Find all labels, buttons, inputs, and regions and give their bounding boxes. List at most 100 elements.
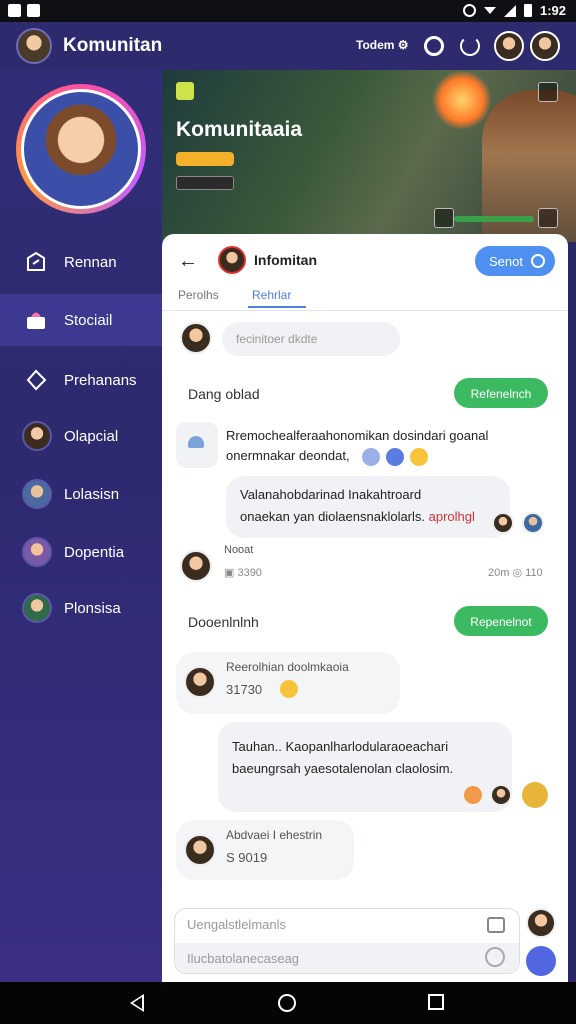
tab-perolhs[interactable]: Perolhs <box>178 288 219 302</box>
post-time: 20m ◎ 110 <box>488 566 543 579</box>
status-bar: 1:92 <box>0 0 576 22</box>
post-count: ▣ 3390 <box>224 567 262 579</box>
sidebar-item-label: Dopentia <box>64 543 125 561</box>
message-line: Rremochealferaahonomikan dosindari goana… <box>226 428 489 443</box>
message-icon <box>176 422 218 468</box>
header-link[interactable]: Todem ⚙ <box>356 38 409 52</box>
tab-rehrlar[interactable]: Rehrlar <box>252 288 291 302</box>
user-avatar[interactable] <box>530 31 560 61</box>
alarm-icon <box>462 4 476 17</box>
image-icon[interactable] <box>487 917 505 933</box>
avatar[interactable] <box>180 550 212 582</box>
chat-panel: ← Infomitan Senot Perolhs Rehrlar fecini… <box>162 234 568 982</box>
friend-avatar[interactable] <box>494 31 524 61</box>
sidebar-item-lolasisn[interactable]: Lolasisn <box>0 468 162 520</box>
emoji-icon <box>464 786 482 804</box>
home-icon[interactable] <box>278 994 296 1012</box>
sidebar-item-prehanans[interactable]: Prehanans <box>0 354 162 406</box>
message-input[interactable]: Uengalstlelmanls Ilucbatolanecaseag <box>174 908 520 974</box>
progress-bar <box>454 216 534 222</box>
avatar[interactable] <box>526 908 556 938</box>
card-number: 31730 <box>226 682 263 697</box>
app-header: Komunitan Todem ⚙ <box>0 22 576 70</box>
chevron-icon <box>531 254 545 268</box>
sidebar-item-dopentia[interactable]: Dopentia <box>0 526 162 578</box>
app-avatar[interactable] <box>16 28 52 64</box>
time-value-2: 110 <box>525 567 543 579</box>
input-placeholder: Uengalstlelmanls <box>187 917 286 932</box>
sidebar-item-rennan[interactable]: Rennan <box>0 236 162 288</box>
input-secondary[interactable]: Ilucbatolanecaseag <box>175 943 519 973</box>
section-label: Dooenlnlnh <box>188 614 259 630</box>
clock-icon: ◎ <box>512 567 523 579</box>
sidebar-item-stociail[interactable]: Stociail <box>0 294 162 346</box>
tag-icon <box>22 366 50 394</box>
back-icon[interactable] <box>130 994 144 1012</box>
edit-icon <box>22 248 50 276</box>
avatar <box>522 512 544 534</box>
banner-tag[interactable] <box>176 152 234 166</box>
avatar <box>22 593 52 623</box>
emoji-picker-icon[interactable] <box>485 947 505 967</box>
count-value: 3390 <box>237 567 262 579</box>
clock-time: 1:92 <box>539 3 566 18</box>
avatar <box>22 421 52 451</box>
notification-icon <box>8 4 21 17</box>
back-arrow-icon[interactable]: ← <box>178 250 198 273</box>
message-line: baeungrsah yaesotalenolan claolosim. <box>232 761 454 776</box>
fullscreen-icon[interactable] <box>538 208 558 228</box>
battery-icon <box>523 4 532 17</box>
send-button-label: Senot <box>489 254 523 269</box>
emoji-icon <box>362 448 380 466</box>
message-line: Tauhan.. Kaopanlharlodularaoeachari <box>232 739 449 754</box>
sidebar-item-olapcial[interactable]: Olapcial <box>0 410 162 462</box>
message-line: Valanahobdarinad Inakahtroard <box>240 487 422 502</box>
message-text: Rremochealferaahonomikan dosindari goana… <box>226 426 488 466</box>
avatar <box>492 512 514 534</box>
profile-avatar[interactable] <box>16 84 146 214</box>
torch-glow <box>432 70 492 130</box>
mention-link[interactable]: aprolhgl <box>429 509 475 524</box>
media-icon[interactable] <box>434 208 454 228</box>
refresh-icon[interactable] <box>460 36 480 56</box>
avatar <box>184 834 216 866</box>
recents-icon[interactable] <box>428 994 444 1010</box>
voice-button[interactable] <box>526 946 556 976</box>
card-name: Abdvaei I ehestrin <box>226 828 323 842</box>
emoji-icon <box>280 680 298 698</box>
sidebar-item-plonsisa[interactable]: Plonsisa <box>0 582 162 634</box>
sidebar-item-label: Rennan <box>64 253 117 271</box>
sidebar-item-label: Plonsisa <box>64 599 121 617</box>
sidebar-item-label: Olapcial <box>64 427 119 445</box>
app-title: Komunitan <box>63 35 163 56</box>
section-action-button[interactable]: Refenelnch <box>454 378 548 408</box>
hero-banner[interactable]: Komunitaaia <box>162 70 576 242</box>
search-icon[interactable] <box>424 36 444 56</box>
message-line: onaekan yan diolaensnaklolarls. <box>240 509 426 524</box>
panel-title: Infomitan <box>254 252 317 268</box>
expand-icon[interactable] <box>538 82 558 102</box>
avatar[interactable] <box>218 246 246 274</box>
section-action-button[interactable]: Repenelnot <box>454 606 548 636</box>
card-name: Reerolhian doolmkaoia <box>226 660 349 674</box>
badge-icon <box>176 82 194 100</box>
send-button[interactable]: Senot <box>475 246 555 276</box>
reaction-icon[interactable] <box>522 782 548 808</box>
banner-chip[interactable] <box>176 176 234 190</box>
system-nav-bar <box>0 982 576 1024</box>
post-author: Nooat <box>224 544 254 556</box>
banner-title: Komunitaaia <box>176 118 303 141</box>
sidebar-item-label: Stociail <box>64 311 113 329</box>
composer-input[interactable]: fecinitoer dkdte <box>222 322 400 356</box>
list-item[interactable]: Reerolhian doolmkaoia 31730 <box>176 652 400 714</box>
list-item[interactable]: Abdvaei I ehestrin S 9019 <box>176 820 354 880</box>
message-bubble: Valanahobdarinad Inakahtroard onaekan ya… <box>226 476 510 538</box>
sidebar-item-label: Prehanans <box>64 371 137 389</box>
time-value: 20m <box>488 567 510 579</box>
avatar[interactable] <box>180 322 212 354</box>
section-label: Dang oblad <box>188 386 260 402</box>
signal-icon <box>503 4 516 17</box>
card-number: S 9019 <box>226 850 268 865</box>
avatar <box>490 784 512 806</box>
avatar <box>22 479 52 509</box>
